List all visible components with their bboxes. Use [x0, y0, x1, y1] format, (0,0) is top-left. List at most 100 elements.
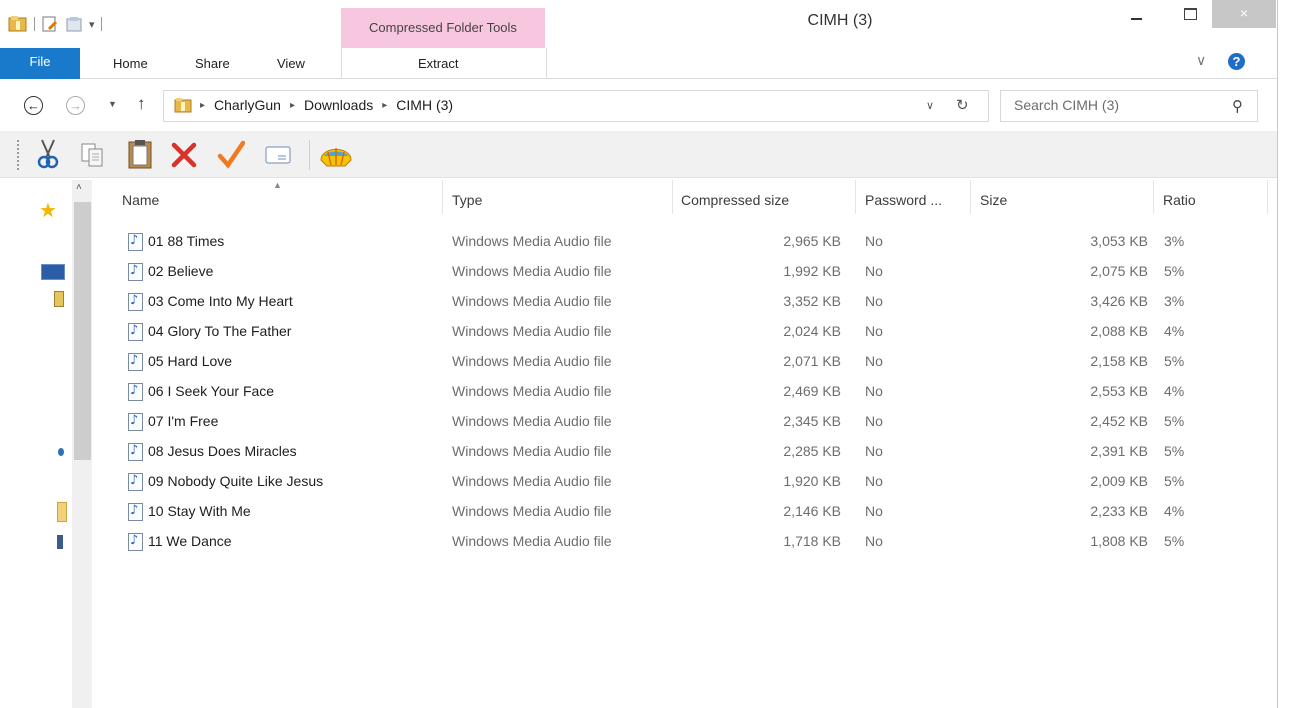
file-type: Windows Media Audio file	[452, 353, 612, 369]
breadcrumb-item[interactable]: CIMH (3)	[396, 97, 453, 113]
audio-file-icon	[128, 233, 143, 251]
scroll-up-icon[interactable]: ˄	[76, 182, 82, 193]
back-button[interactable]: ←	[24, 96, 43, 115]
ribbon-tab-bar	[0, 48, 1277, 79]
column-header-password[interactable]: Password ...	[865, 192, 942, 208]
library-icon[interactable]	[54, 291, 64, 307]
forward-button[interactable]: →	[66, 96, 85, 115]
audio-file-icon	[128, 503, 143, 521]
file-ratio: 3%	[1164, 293, 1185, 309]
check-icon[interactable]	[217, 138, 245, 170]
file-ratio: 3%	[1164, 233, 1185, 249]
file-row[interactable]: 03 Come Into My Heart Windows Media Audi…	[94, 287, 1277, 317]
audio-file-icon	[128, 413, 143, 431]
file-name: 08 Jesus Does Miracles	[148, 443, 297, 459]
ribbon-expand-icon[interactable]: ∨	[1196, 52, 1206, 69]
file-row[interactable]: 02 Believe Windows Media Audio file 1,99…	[94, 257, 1277, 287]
file-row[interactable]: 07 I'm Free Windows Media Audio file 2,3…	[94, 407, 1277, 437]
new-folder-icon[interactable]	[65, 15, 83, 33]
column-divider[interactable]	[970, 180, 971, 214]
file-row[interactable]: 01 88 Times Windows Media Audio file 2,9…	[94, 227, 1277, 257]
file-password: No	[865, 533, 883, 549]
maximize-button[interactable]	[1176, 4, 1206, 26]
minimize-button[interactable]	[1122, 4, 1152, 26]
breadcrumb-separator-icon[interactable]: ▸	[290, 100, 295, 111]
refresh-icon[interactable]: ↻	[956, 96, 969, 114]
delete-icon[interactable]	[170, 138, 198, 170]
tab-file[interactable]: File	[0, 48, 80, 79]
column-divider[interactable]	[672, 180, 673, 214]
column-header-type[interactable]: Type	[452, 192, 482, 208]
file-row[interactable]: 05 Hard Love Windows Media Audio file 2,…	[94, 347, 1277, 377]
favorites-star-icon[interactable]: ★	[39, 198, 57, 223]
shell-icon[interactable]	[319, 138, 353, 170]
help-icon[interactable]: ?	[1228, 53, 1245, 70]
file-compressed-size: 1,992 KB	[783, 263, 841, 279]
tab-view[interactable]: View	[277, 56, 305, 71]
file-compressed-size: 3,352 KB	[783, 293, 841, 309]
file-name: 07 I'm Free	[148, 413, 219, 429]
column-divider[interactable]	[855, 180, 856, 214]
folder-icon[interactable]	[57, 502, 67, 522]
paste-icon[interactable]	[126, 138, 154, 170]
address-dropdown-icon[interactable]: ∨	[926, 99, 934, 112]
nav-pane-scroll-thumb[interactable]	[74, 202, 91, 460]
file-size: 2,075 KB	[1090, 263, 1148, 279]
desktop-icon[interactable]	[41, 264, 65, 280]
audio-file-icon	[128, 293, 143, 311]
folder-icon[interactable]	[8, 15, 28, 33]
file-row[interactable]: 09 Nobody Quite Like Jesus Windows Media…	[94, 467, 1277, 497]
file-type: Windows Media Audio file	[452, 413, 612, 429]
tab-home[interactable]: Home	[113, 56, 148, 71]
file-size: 1,808 KB	[1090, 533, 1148, 549]
file-compressed-size: 2,285 KB	[783, 443, 841, 459]
file-ratio: 5%	[1164, 263, 1185, 279]
column-header-compressed-size[interactable]: Compressed size	[681, 192, 789, 208]
breadcrumb-separator-icon[interactable]: ▸	[382, 100, 387, 111]
file-compressed-size: 2,024 KB	[783, 323, 841, 339]
drive-icon[interactable]	[57, 535, 63, 549]
file-size: 2,391 KB	[1090, 443, 1148, 459]
breadcrumb-item[interactable]: Downloads	[304, 97, 373, 113]
file-row[interactable]: 04 Glory To The Father Windows Media Aud…	[94, 317, 1277, 347]
close-button[interactable]: ×	[1212, 0, 1276, 28]
tab-share[interactable]: Share	[195, 56, 230, 71]
toolbar-grip[interactable]	[17, 140, 22, 170]
file-row[interactable]: 11 We Dance Windows Media Audio file 1,7…	[94, 527, 1277, 557]
column-header-size[interactable]: Size	[980, 192, 1007, 208]
column-header-name[interactable]: Name	[122, 192, 159, 208]
file-row[interactable]: 06 I Seek Your Face Windows Media Audio …	[94, 377, 1277, 407]
properties-icon[interactable]	[41, 15, 59, 33]
recent-locations-icon[interactable]: ▼	[108, 99, 117, 109]
column-header-ratio[interactable]: Ratio	[1163, 192, 1196, 208]
file-type: Windows Media Audio file	[452, 443, 612, 459]
file-ratio: 4%	[1164, 383, 1185, 399]
maximize-icon	[1184, 8, 1197, 20]
breadcrumb-item[interactable]: CharlyGun	[214, 97, 281, 113]
search-icon[interactable]: ⚲	[1232, 97, 1243, 115]
audio-file-icon	[128, 353, 143, 371]
file-compressed-size: 2,071 KB	[783, 353, 841, 369]
tab-extract[interactable]: Extract	[418, 56, 458, 71]
rename-icon[interactable]	[264, 138, 292, 170]
network-icon[interactable]	[58, 448, 64, 456]
file-compressed-size: 2,965 KB	[783, 233, 841, 249]
cut-icon[interactable]	[34, 138, 62, 170]
file-password: No	[865, 293, 883, 309]
qat-dropdown-icon[interactable]: ▾	[89, 18, 95, 31]
folder-icon	[174, 98, 192, 113]
up-button[interactable]: ↑	[137, 94, 146, 114]
copy-icon[interactable]	[79, 138, 107, 170]
file-compressed-size: 2,146 KB	[783, 503, 841, 519]
file-type: Windows Media Audio file	[452, 383, 612, 399]
file-size: 3,053 KB	[1090, 233, 1148, 249]
column-divider[interactable]	[1153, 180, 1154, 214]
column-divider[interactable]	[442, 180, 443, 214]
search-placeholder: Search CIMH (3)	[1014, 97, 1120, 113]
file-row[interactable]: 08 Jesus Does Miracles Windows Media Aud…	[94, 437, 1277, 467]
file-password: No	[865, 443, 883, 459]
column-divider[interactable]	[1267, 180, 1268, 214]
file-row[interactable]: 10 Stay With Me Windows Media Audio file…	[94, 497, 1277, 527]
file-name: 09 Nobody Quite Like Jesus	[148, 473, 324, 489]
file-name: 11 We Dance	[148, 533, 232, 549]
